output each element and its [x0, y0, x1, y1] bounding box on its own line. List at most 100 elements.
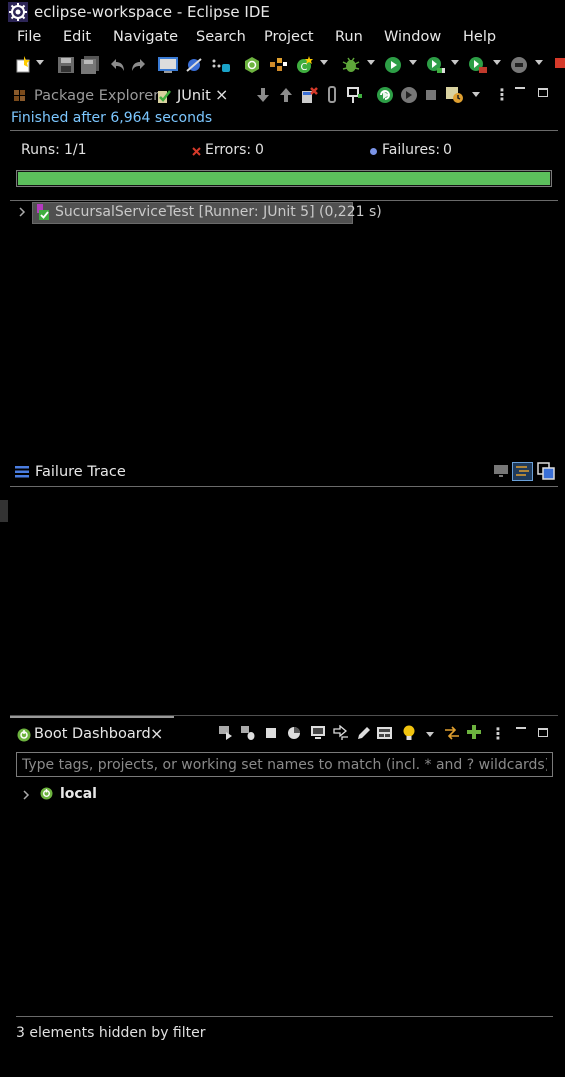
- stop-all-icon[interactable]: [553, 56, 565, 74]
- coverage-dropdown-arrow[interactable]: [451, 60, 459, 65]
- boot-dashboard-tab[interactable]: Boot Dashboard: [34, 726, 151, 742]
- menu-file[interactable]: File: [17, 29, 41, 45]
- menu-edit[interactable]: Edit: [63, 29, 91, 45]
- link-with-console-icon[interactable]: [332, 725, 350, 741]
- previous-failure-icon[interactable]: [278, 86, 294, 104]
- spring-boot-icon: [40, 787, 53, 800]
- stop-app-icon[interactable]: [265, 727, 277, 739]
- close-tab-icon[interactable]: ×: [215, 85, 228, 104]
- divider: [10, 130, 558, 131]
- start-app-icon[interactable]: [218, 725, 234, 741]
- debug-icon[interactable]: [341, 56, 361, 74]
- runs-label: Runs:: [21, 142, 60, 158]
- stack-trace-icon: [15, 466, 29, 478]
- next-failure-icon[interactable]: [255, 86, 271, 104]
- test-suite-label: SucursalServiceTest [Runner: JUnit 5] (0…: [55, 204, 382, 220]
- view-menu-icon[interactable]: ⋮: [490, 724, 506, 743]
- collapse-expand-icon[interactable]: [444, 725, 460, 741]
- history-dropdown-arrow[interactable]: [472, 92, 480, 97]
- show-skipped-icon[interactable]: [346, 86, 364, 104]
- stop-dropdown-arrow[interactable]: [535, 60, 543, 65]
- rerun-failures-first-icon[interactable]: [400, 86, 418, 104]
- terminal-icon[interactable]: [158, 56, 178, 74]
- new-class-dropdown-arrow[interactable]: [320, 60, 328, 65]
- tab-junit[interactable]: JUnit: [177, 88, 211, 104]
- junit-status-message: Finished after 6,964 seconds: [11, 110, 213, 126]
- local-target-label: local: [60, 786, 97, 802]
- active-tab-indicator: [10, 716, 174, 718]
- test-progress-fill: [18, 172, 550, 185]
- run-coverage-icon[interactable]: [426, 56, 446, 74]
- package-explorer-icon: [14, 90, 25, 101]
- debug-app-icon[interactable]: [240, 725, 256, 741]
- add-target-icon[interactable]: [467, 725, 481, 739]
- spring-boot-icon[interactable]: [243, 56, 261, 74]
- view-menu-icon[interactable]: ⋮: [494, 85, 510, 104]
- minimize-icon[interactable]: [515, 87, 525, 89]
- new-dropdown-arrow[interactable]: [36, 60, 44, 65]
- edit-icon[interactable]: [356, 725, 372, 741]
- save-all-icon[interactable]: [80, 56, 100, 74]
- open-type-icon[interactable]: [268, 56, 288, 74]
- main-toolbar: C: [0, 52, 565, 78]
- debug-dropdown-arrow[interactable]: [367, 60, 375, 65]
- open-console-icon[interactable]: [310, 725, 326, 741]
- tab-package-explorer[interactable]: Package Explorer: [34, 88, 159, 104]
- window-title: eclipse-workspace - Eclipse IDE: [34, 3, 270, 21]
- dashboard-dropdown-arrow[interactable]: [426, 732, 434, 737]
- stop-test-run-icon[interactable]: [424, 88, 438, 102]
- junit-tab-icon: [158, 90, 171, 103]
- chevron-right-icon[interactable]: [18, 206, 26, 218]
- test-run-history-icon[interactable]: [445, 86, 465, 104]
- menu-help[interactable]: Help: [463, 29, 496, 45]
- menu-project[interactable]: Project: [264, 29, 314, 45]
- save-icon[interactable]: [57, 56, 75, 74]
- redo-icon[interactable]: [130, 56, 148, 74]
- spring-boot-icon: [17, 728, 31, 742]
- run-icon[interactable]: [384, 56, 402, 74]
- copy-trace-icon[interactable]: [537, 462, 555, 480]
- divider: [10, 486, 558, 487]
- undo-icon[interactable]: [108, 56, 126, 74]
- skip-breakpoints-icon[interactable]: [184, 56, 204, 74]
- compare-results-icon[interactable]: [493, 463, 509, 479]
- close-tab-icon[interactable]: ×: [150, 724, 163, 743]
- failures-value: 0: [443, 142, 452, 158]
- menu-bar: File Edit Navigate Search Project Run Wi…: [0, 26, 565, 50]
- failures-label: Failures:: [382, 142, 441, 158]
- menu-search[interactable]: Search: [196, 29, 246, 45]
- maximize-icon[interactable]: [538, 88, 548, 97]
- test-progress-bar: [16, 170, 552, 187]
- divider: [10, 200, 558, 201]
- failure-icon: [370, 148, 377, 155]
- view-tabs: Package Explorer JUnit × ⋮: [10, 84, 555, 108]
- error-icon: [192, 147, 201, 156]
- errors-value: 0: [255, 142, 264, 158]
- maximize-icon[interactable]: [538, 728, 548, 737]
- minimize-icon[interactable]: [516, 727, 526, 729]
- filter-stack-trace-icon[interactable]: [512, 462, 533, 481]
- new-wizard-icon[interactable]: [14, 56, 34, 74]
- external-tools-icon[interactable]: [468, 56, 488, 74]
- errors-label: Errors:: [205, 142, 252, 158]
- run-dropdown-arrow[interactable]: [409, 60, 417, 65]
- scroll-lock-icon[interactable]: [326, 86, 338, 104]
- stop-icon[interactable]: [510, 56, 528, 74]
- toggle-coverage-icon[interactable]: [210, 56, 232, 74]
- restart-app-icon[interactable]: [287, 726, 301, 740]
- hidden-elements-message: 3 elements hidden by filter: [16, 1025, 206, 1041]
- chevron-right-icon[interactable]: [22, 789, 30, 801]
- show-failures-only-icon[interactable]: [300, 86, 318, 104]
- new-class-icon[interactable]: C: [295, 56, 315, 74]
- boot-filter-input[interactable]: [16, 752, 553, 777]
- menu-window[interactable]: Window: [384, 29, 441, 45]
- rerun-test-icon[interactable]: [376, 86, 394, 104]
- lightbulb-icon[interactable]: [402, 724, 416, 742]
- boot-dashboard-header: Boot Dashboard × ⋮: [14, 724, 554, 748]
- menu-run[interactable]: Run: [335, 29, 363, 45]
- menu-navigate[interactable]: Navigate: [113, 29, 178, 45]
- external-tools-dropdown-arrow[interactable]: [493, 60, 501, 65]
- sash-handle[interactable]: [0, 500, 8, 522]
- open-dashboard-icon[interactable]: [376, 725, 396, 741]
- divider: [16, 1016, 553, 1017]
